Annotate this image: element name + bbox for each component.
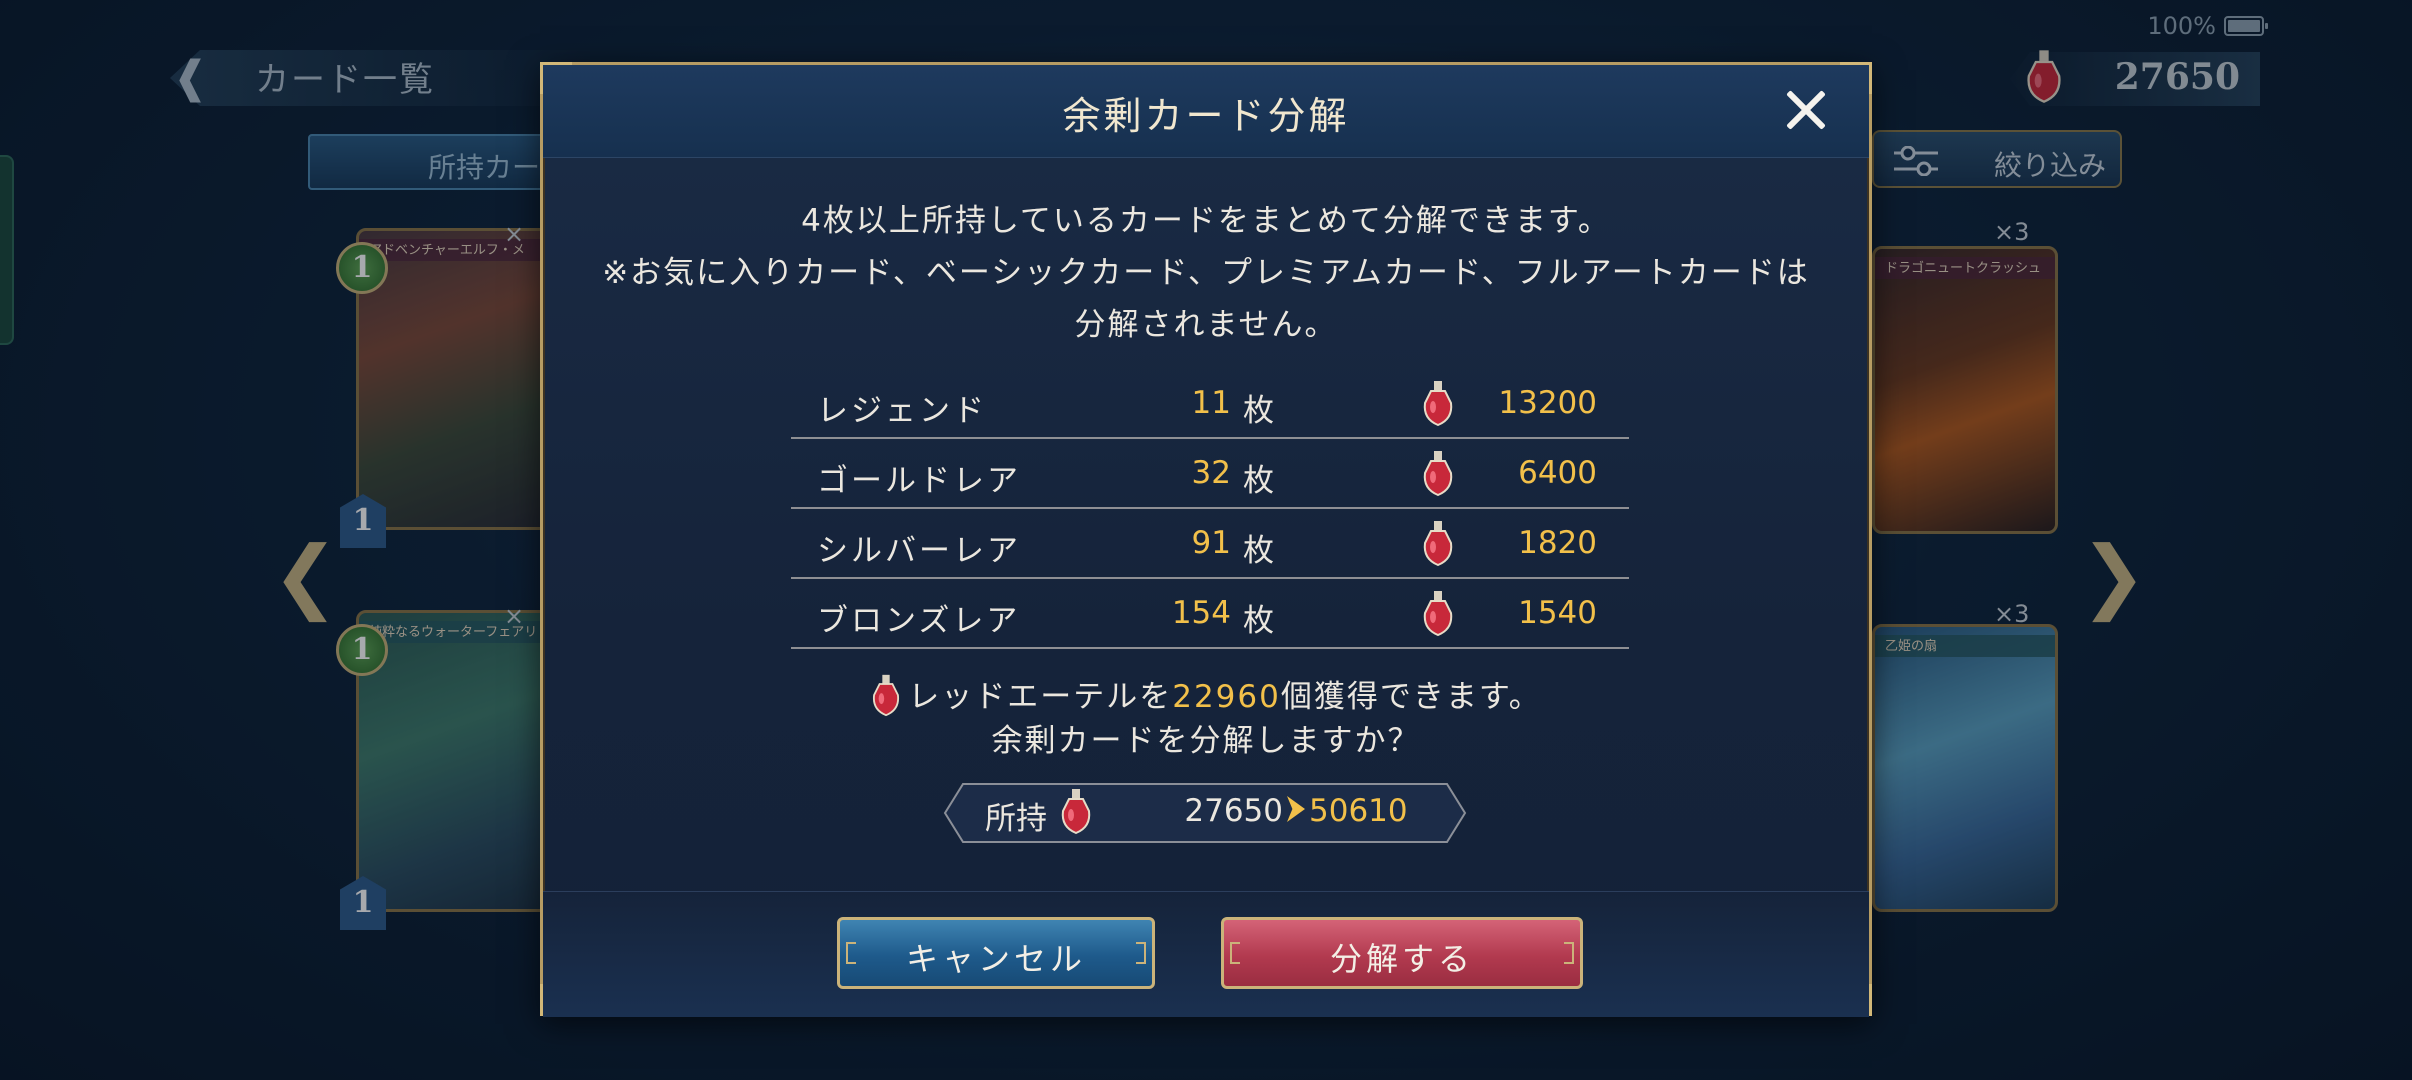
rarity-count: 154 bbox=[1171, 595, 1231, 631]
description-line-2: ※お気に入りカード、ベーシックカード、プレミアムカード、フルアートカードは bbox=[602, 255, 1810, 291]
rarity-name: レジェンド bbox=[817, 393, 987, 429]
red-ether-icon bbox=[1061, 789, 1091, 835]
disenchant-dialog: 余剰カード分解 4枚以上所持しているカードをまとめて分解できます。 ※お気に入り… bbox=[540, 62, 1872, 1017]
rarity-row-bronze: ブロンズレア 154 枚 1540 bbox=[791, 579, 1629, 649]
red-ether-icon bbox=[1423, 521, 1453, 567]
count-unit: 枚 bbox=[1243, 603, 1274, 639]
red-ether-icon bbox=[1423, 591, 1453, 637]
owned-label: 所持 bbox=[985, 801, 1047, 837]
cancel-label: キャンセル bbox=[905, 940, 1086, 978]
owned-after: 50610 bbox=[1309, 793, 1408, 829]
close-icon[interactable] bbox=[1783, 87, 1829, 133]
dialog-header: 余剰カード分解 bbox=[543, 65, 1869, 158]
dialog-footer bbox=[543, 891, 1869, 1017]
description-line-3: 分解されません。 bbox=[1074, 307, 1338, 343]
rarity-name: ゴールドレア bbox=[817, 463, 1021, 499]
disenchant-label: 分解する bbox=[1329, 940, 1474, 978]
confirm-question: 余剰カードを分解しますか？ bbox=[991, 723, 1421, 759]
gain-prefix: レッドエーテルを bbox=[908, 679, 1173, 715]
cancel-button[interactable]: キャンセル bbox=[837, 917, 1155, 989]
gain-suffix: 個獲得できます。 bbox=[1280, 679, 1542, 715]
rarity-count: 11 bbox=[1191, 385, 1231, 421]
rarity-name: ブロンズレア bbox=[817, 603, 1021, 639]
rarity-table: レジェンド 11 枚 13200 ゴールドレア 32 枚 6400 シルバーレア… bbox=[791, 369, 1629, 649]
red-ether-icon bbox=[1423, 451, 1453, 497]
rarity-count: 91 bbox=[1191, 525, 1231, 561]
red-ether-icon bbox=[1423, 381, 1453, 427]
ether-value: 6400 bbox=[1518, 455, 1597, 491]
rarity-name: シルバーレア bbox=[817, 533, 1021, 569]
gain-summary: レッドエーテルを22960個獲得できます。 bbox=[543, 671, 1869, 717]
owned-before: 27650 bbox=[1184, 793, 1283, 829]
dialog-title: 余剰カード分解 bbox=[1062, 94, 1350, 138]
rarity-row-silver: シルバーレア 91 枚 1820 bbox=[791, 509, 1629, 579]
rarity-count: 32 bbox=[1191, 455, 1231, 491]
disenchant-button[interactable]: 分解する bbox=[1221, 917, 1583, 989]
description-line-1: 4枚以上所持しているカードをまとめて分解できます。 bbox=[801, 203, 1611, 239]
rarity-row-legend: レジェンド 11 枚 13200 bbox=[791, 369, 1629, 439]
count-unit: 枚 bbox=[1243, 393, 1274, 429]
ether-value: 1540 bbox=[1518, 595, 1597, 631]
count-unit: 枚 bbox=[1243, 463, 1274, 499]
ether-value: 1820 bbox=[1518, 525, 1597, 561]
gain-amount: 22960 bbox=[1172, 679, 1281, 715]
red-ether-icon bbox=[873, 674, 900, 717]
ether-value: 13200 bbox=[1498, 385, 1597, 421]
count-unit: 枚 bbox=[1243, 533, 1274, 569]
rarity-row-gold: ゴールドレア 32 枚 6400 bbox=[791, 439, 1629, 509]
